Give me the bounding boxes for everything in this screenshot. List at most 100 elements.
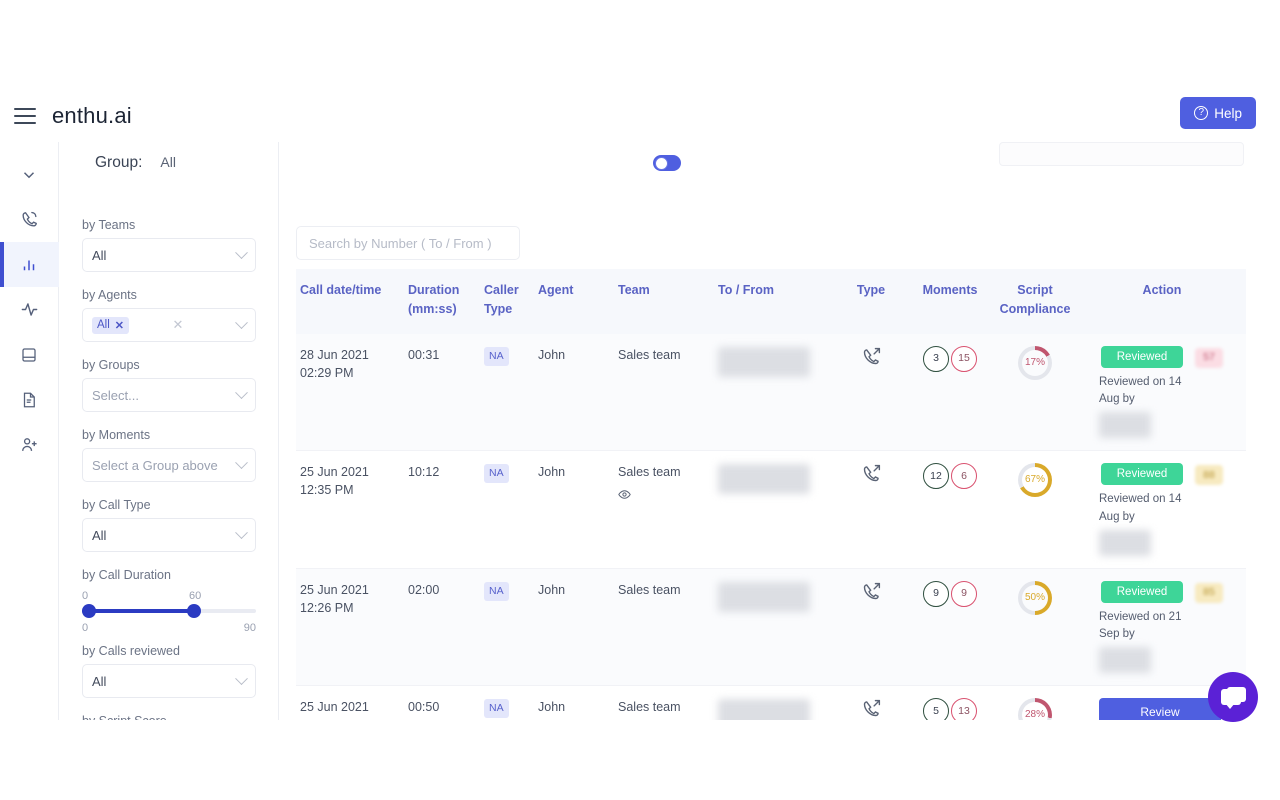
moments-positive-count: 12 — [923, 463, 949, 489]
cell-script-compliance: 50% — [992, 568, 1078, 686]
script-compliance-donut: 17% — [1018, 346, 1052, 380]
cell-team: Sales team — [614, 451, 714, 569]
col-type[interactable]: Type — [834, 269, 908, 334]
call-duration-slider[interactable]: 0 60 0 90 — [82, 590, 256, 642]
script-compliance-value: 28% — [1022, 702, 1048, 720]
by-calls-reviewed-label: by Calls reviewed — [82, 644, 256, 658]
col-call-datetime[interactable]: Call date/time — [296, 269, 404, 334]
col-moments[interactable]: Moments — [908, 269, 992, 334]
rail-item-reports[interactable] — [0, 377, 59, 422]
chat-widget-button[interactable] — [1208, 672, 1258, 722]
filter-panel: Group: All by Teams All by Agents All ✕ … — [60, 142, 279, 720]
phone-call-icon — [20, 210, 39, 229]
by-agents-select[interactable]: All ✕ ✕ — [82, 308, 256, 342]
score-badge: 88 — [1195, 465, 1223, 485]
col-caller-type[interactable]: Caller Type — [480, 269, 534, 334]
moments-positive-count: 9 — [923, 581, 949, 607]
pulse-activity-icon — [20, 300, 39, 319]
by-groups-label: by Groups — [82, 358, 256, 372]
book-icon — [20, 346, 38, 364]
slider-range-max: 90 — [244, 622, 256, 634]
script-compliance-value: 50% — [1022, 585, 1048, 611]
moments-positive-count: 3 — [923, 346, 949, 372]
reviewer-name-redacted — [1099, 530, 1151, 556]
rail-item-add-user[interactable] — [0, 422, 59, 467]
reviewed-button[interactable]: Reviewed — [1101, 463, 1183, 485]
rail-item-analytics[interactable] — [0, 242, 59, 287]
cell-type — [834, 686, 908, 720]
by-call-type-select[interactable]: All — [82, 518, 256, 552]
slider-knob-min[interactable] — [82, 604, 96, 618]
chat-bubble-tail-icon — [1225, 703, 1235, 709]
rail-item-activity[interactable] — [0, 287, 59, 332]
app-page: enthu.ai ? Help — [0, 0, 1280, 800]
col-team[interactable]: Team — [614, 269, 714, 334]
moments-group: 315 — [912, 346, 988, 372]
table-row[interactable]: 25 Jun 202112:26 PM02:00NAJohnSales team… — [296, 568, 1246, 686]
moments-negative-count: 15 — [951, 346, 977, 372]
table-row[interactable]: 25 Jun 202112:13 PM00:50NAJohnSales team… — [296, 686, 1246, 720]
rail-item-collapse[interactable] — [0, 152, 59, 197]
cell-call-datetime: 25 Jun 202112:26 PM — [296, 568, 404, 686]
hamburger-icon[interactable] — [14, 108, 36, 124]
by-moments-placeholder: Select a Group above — [92, 458, 218, 473]
by-moments-select[interactable]: Select a Group above — [82, 448, 256, 482]
cell-action: ReviewedReviewed on 14 Aug by57 — [1078, 334, 1246, 451]
by-teams-label: by Teams — [82, 218, 256, 232]
moments-negative-count: 9 — [951, 581, 977, 607]
cell-call-datetime: 25 Jun 202112:13 PM — [296, 686, 404, 720]
by-script-score-label: by Script Score — [82, 714, 256, 720]
reviewed-button[interactable]: Reviewed — [1101, 346, 1183, 368]
by-groups-select[interactable]: Select... — [82, 378, 256, 412]
by-calls-reviewed-select[interactable]: All — [82, 664, 256, 698]
rail-item-library[interactable] — [0, 332, 59, 377]
toolbar-ghost-field[interactable] — [999, 142, 1244, 166]
cell-team: Sales team — [614, 334, 714, 451]
table-row[interactable]: 28 Jun 202102:29 PM00:31NAJohnSales team… — [296, 334, 1246, 451]
caller-type-badge: NA — [484, 699, 509, 718]
col-script-compliance[interactable]: Script Compliance — [992, 269, 1078, 334]
chip-remove-icon[interactable]: ✕ — [115, 319, 124, 332]
col-action[interactable]: Action — [1078, 269, 1246, 334]
table-row[interactable]: 25 Jun 202112:35 PM10:12NAJohnSales team… — [296, 451, 1246, 569]
agent-chip[interactable]: All ✕ — [92, 317, 129, 334]
rail-item-calls[interactable] — [0, 197, 59, 242]
question-circle-icon: ? — [1194, 106, 1208, 120]
slider-knob-max[interactable] — [187, 604, 201, 618]
cell-caller-type: NA — [480, 334, 534, 451]
cell-agent: John — [534, 568, 614, 686]
clear-icon[interactable]: ✕ — [173, 317, 194, 333]
cell-duration: 00:31 — [404, 334, 480, 451]
by-groups-placeholder: Select... — [92, 388, 139, 403]
cell-moments: 513 — [908, 686, 992, 720]
moments-positive-count: 5 — [923, 698, 949, 720]
col-to-from[interactable]: To / From — [714, 269, 834, 334]
eye-icon[interactable] — [618, 488, 710, 506]
by-teams-value: All — [92, 248, 106, 263]
by-agents-label: by Agents — [82, 288, 256, 302]
bar-chart-icon — [20, 256, 38, 274]
caller-type-badge: NA — [484, 582, 509, 601]
reviewed-button[interactable]: Reviewed — [1101, 581, 1183, 603]
cell-to-from — [714, 451, 834, 569]
cell-to-from — [714, 334, 834, 451]
moments-group: 99 — [912, 581, 988, 607]
toggle-knob — [655, 157, 668, 170]
calls-table-head: Call date/time Duration (mm:ss) Caller T… — [296, 269, 1246, 334]
review-button[interactable]: Review — [1099, 698, 1221, 720]
top-bar: enthu.ai ? Help — [0, 90, 1280, 142]
moments-group: 126 — [912, 463, 988, 489]
phone-number-redacted — [718, 347, 810, 377]
icon-rail — [0, 142, 59, 720]
by-teams-select[interactable]: All — [82, 238, 256, 272]
view-toggle[interactable] — [653, 155, 681, 171]
by-calls-reviewed-value: All — [92, 674, 106, 689]
cell-moments: 126 — [908, 451, 992, 569]
cell-agent: John — [534, 686, 614, 720]
help-button[interactable]: ? Help — [1180, 97, 1256, 129]
col-duration[interactable]: Duration (mm:ss) — [404, 269, 480, 334]
outgoing-call-icon — [861, 346, 882, 367]
cell-agent: John — [534, 451, 614, 569]
search-input[interactable]: Search by Number ( To / From ) — [296, 226, 520, 260]
col-agent[interactable]: Agent — [534, 269, 614, 334]
